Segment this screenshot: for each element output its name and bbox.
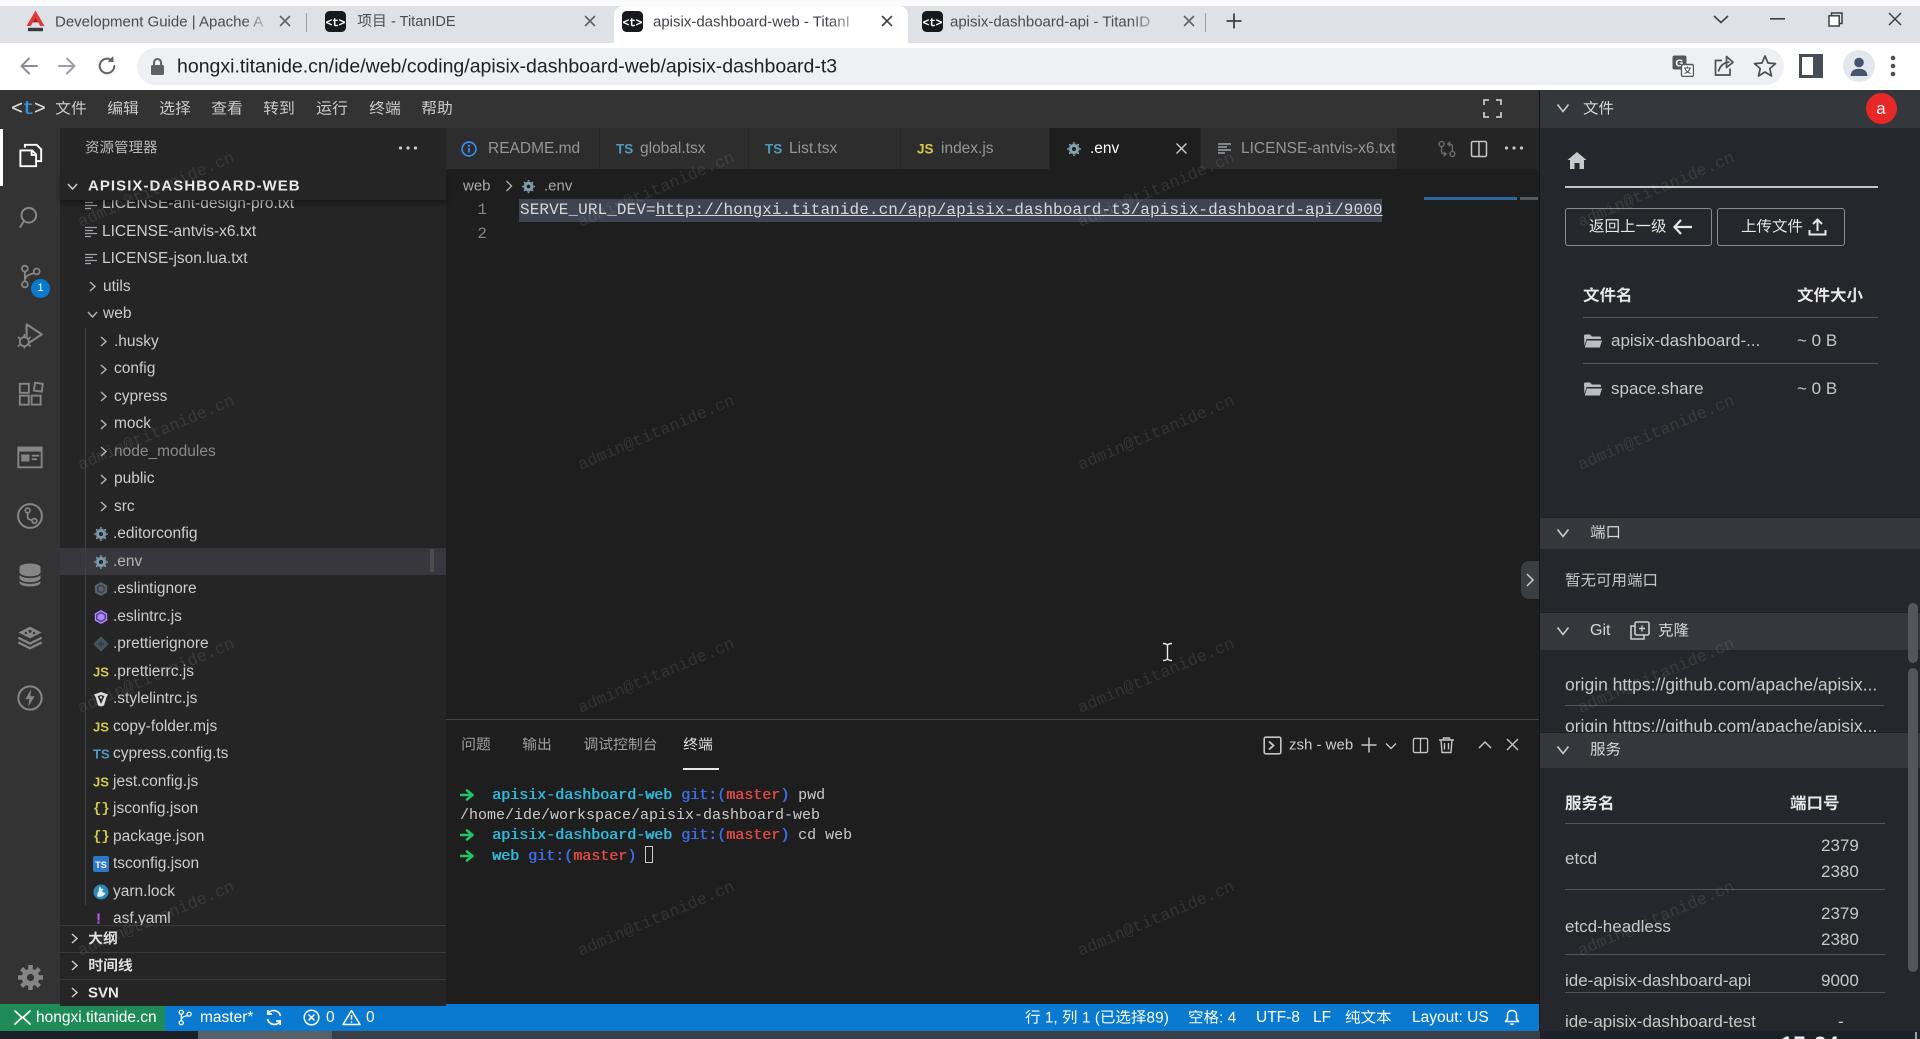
svg-text:<t>: <t> bbox=[326, 18, 346, 30]
svg-text:TS: TS bbox=[95, 860, 107, 870]
svg-text:<t>: <t> bbox=[623, 18, 643, 30]
svg-text:<t>: <t> bbox=[923, 18, 943, 30]
